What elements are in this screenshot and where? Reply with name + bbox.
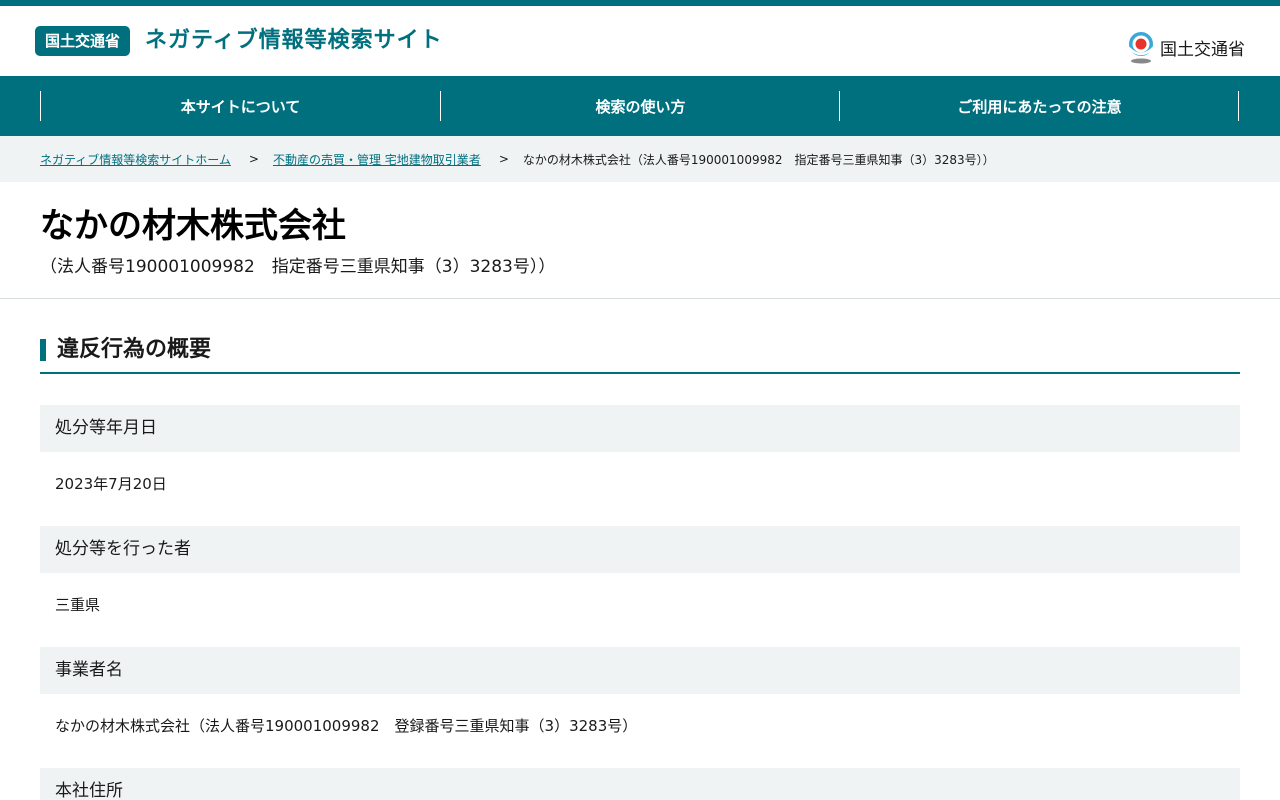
row-label-disposition-date: 処分等年月日 — [40, 405, 1240, 452]
page-subtitle: （法人番号190001009982 指定番号三重県知事（3）3283号）） — [40, 257, 556, 277]
section-heading: 違反行為の概要 — [40, 336, 1240, 374]
row-label-issuing-authority: 処分等を行った者 — [40, 526, 1240, 573]
nav-divider — [1238, 91, 1239, 121]
mlit-logo-text: 国土交通省 — [1160, 39, 1245, 60]
row-value-issuing-authority: 三重県 — [55, 596, 101, 614]
section-title: 違反行為の概要 — [57, 337, 212, 362]
page-title-block: なかの材木株式会社 （法人番号190001009982 指定番号三重県知事（3）… — [0, 182, 1280, 299]
row-value-business-name: なかの材木株式会社（法人番号190001009982 登録番号三重県知事（3）3… — [55, 717, 638, 735]
nav-usage-notes[interactable]: ご利用にあたっての注意 — [839, 91, 1239, 121]
breadcrumb: ネガティブ情報等検索サイトホーム > 不動産の売買・管理 宅地建物取引業者 > … — [0, 136, 1280, 182]
nav-how-to-search[interactable]: 検索の使い方 — [440, 91, 840, 121]
section-heading-bar — [40, 339, 46, 361]
main-nav: 本サイトについて 検索の使い方 ご利用にあたっての注意 — [0, 76, 1280, 136]
nav-about-site[interactable]: 本サイトについて — [40, 91, 440, 121]
breadcrumb-home-link[interactable]: ネガティブ情報等検索サイトホーム — [40, 151, 231, 168]
breadcrumb-separator: > — [498, 152, 509, 166]
breadcrumb-separator: > — [248, 152, 259, 166]
violation-summary-section: 違反行為の概要 — [40, 336, 1240, 374]
row-label-head-office-address: 本社住所 — [40, 768, 1240, 800]
breadcrumb-category-link[interactable]: 不動産の売買・管理 宅地建物取引業者 — [273, 151, 481, 168]
row-value-disposition-date: 2023年7月20日 — [55, 475, 167, 493]
mlit-logo[interactable]: 国土交通省 — [1126, 30, 1245, 64]
page-title: なかの材木株式会社 — [40, 206, 346, 246]
row-label-business-name: 事業者名 — [40, 647, 1240, 694]
breadcrumb-current: なかの材木株式会社（法人番号190001009982 指定番号三重県知事（3）3… — [522, 152, 995, 167]
site-header: 国土交通省 ネガティブ情報等検索サイト 国土交通省 — [0, 6, 1280, 76]
site-title[interactable]: ネガティブ情報等検索サイト — [145, 26, 443, 56]
mlit-logo-icon — [1128, 32, 1154, 64]
ministry-badge[interactable]: 国土交通省 — [35, 26, 131, 56]
